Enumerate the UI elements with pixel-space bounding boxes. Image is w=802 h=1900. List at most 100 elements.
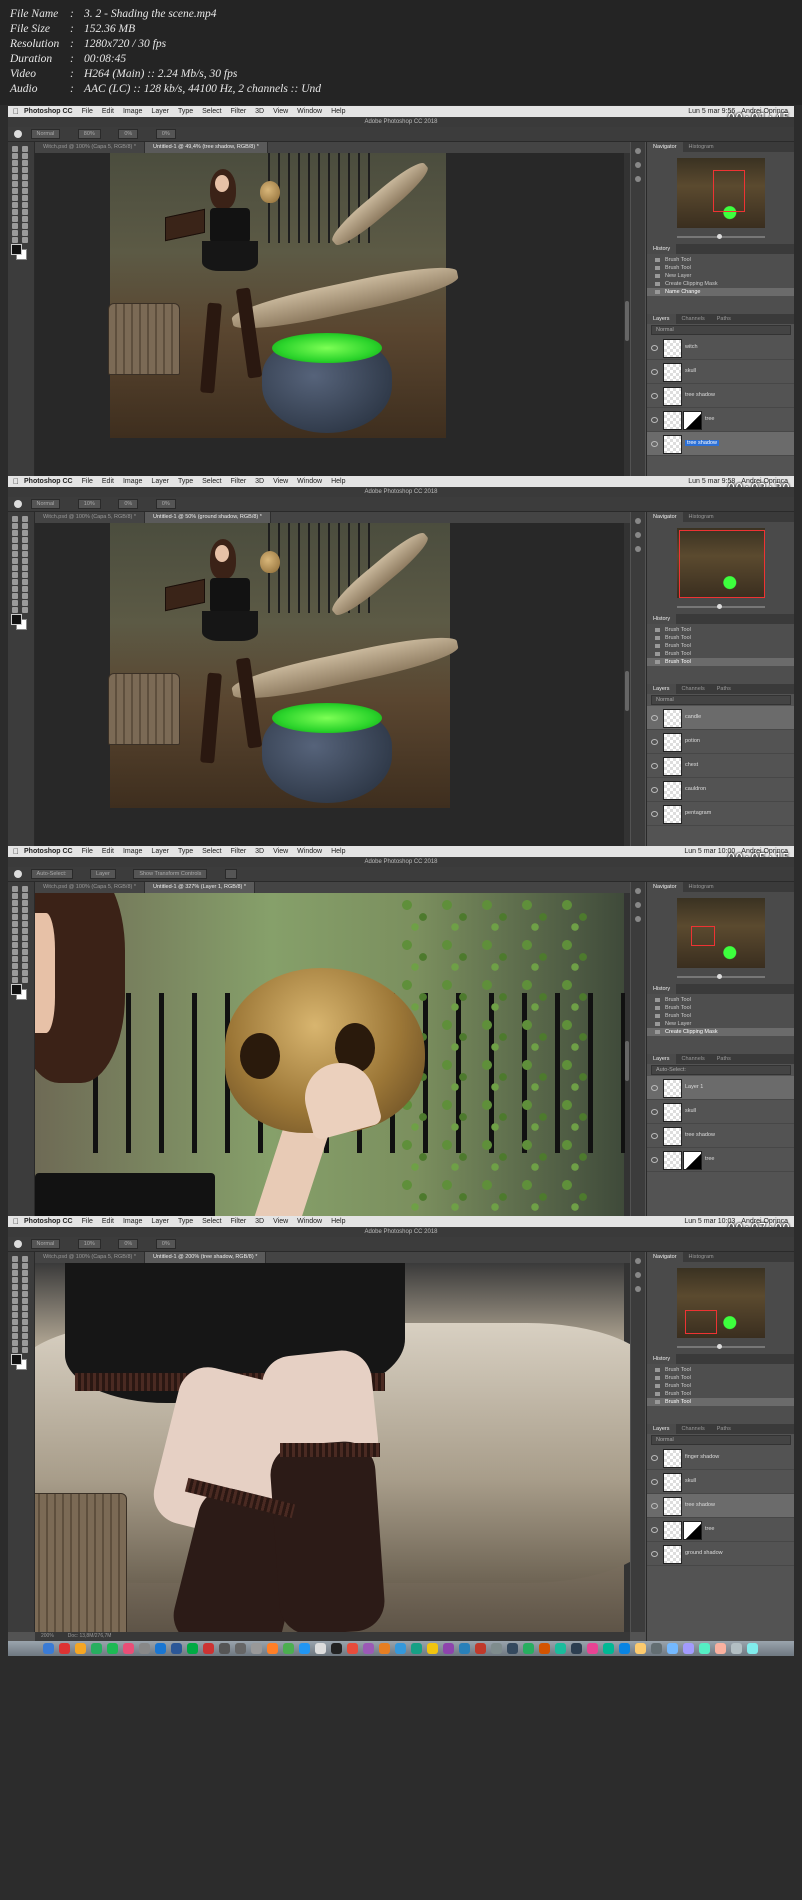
apple-icon[interactable]: : [13, 106, 19, 117]
tool-icon[interactable]: [22, 551, 28, 557]
history-state[interactable]: Brush Tool: [647, 650, 794, 658]
menu-select[interactable]: Select: [202, 478, 221, 485]
layer-row[interactable]: skull: [647, 1100, 794, 1124]
tool-icon[interactable]: [22, 230, 28, 236]
tool-icon[interactable]: [12, 956, 18, 962]
dock-app-icon[interactable]: [363, 1643, 374, 1654]
tool-icon[interactable]: [12, 530, 18, 536]
tool-icon[interactable]: [22, 900, 28, 906]
properties-icon[interactable]: [635, 1272, 641, 1278]
tool-icon[interactable]: [12, 886, 18, 892]
dock-app-icon[interactable]: [315, 1643, 326, 1654]
dock-app-icon[interactable]: [683, 1643, 694, 1654]
tool-icon[interactable]: [12, 209, 18, 215]
tab-untitled[interactable]: Untitled-1 @ 327% (Layer 1, RGB/8) *: [145, 882, 256, 893]
apple-icon[interactable]: : [13, 476, 19, 487]
tab-histogram[interactable]: Histogram: [683, 512, 720, 522]
canvas-scrollbar[interactable]: [624, 153, 630, 522]
eye-icon[interactable]: [651, 1527, 658, 1533]
tab-witch[interactable]: Witch.psd @ 100% (Capa 5, RGB/8) *: [35, 882, 146, 893]
layer-name[interactable]: cauldron: [685, 786, 706, 792]
dock-app-icon[interactable]: [283, 1643, 294, 1654]
apple-icon[interactable]: : [13, 846, 19, 857]
tool-icon[interactable]: [22, 593, 28, 599]
layer-name[interactable]: ground shadow: [685, 1550, 723, 1556]
brush-preset-icon[interactable]: [14, 1240, 22, 1248]
history-state[interactable]: Brush Tool: [647, 256, 794, 264]
layer-row[interactable]: witch: [647, 336, 794, 360]
tool-icon[interactable]: [12, 1340, 18, 1346]
tool-icon[interactable]: [22, 146, 28, 152]
tab-histogram[interactable]: Histogram: [683, 1252, 720, 1262]
flow-field[interactable]: 0%: [118, 128, 139, 139]
tool-icon[interactable]: [12, 1291, 18, 1297]
eye-icon[interactable]: [651, 1109, 658, 1115]
tab-layers[interactable]: Layers: [647, 314, 676, 324]
dock-app-icon[interactable]: [347, 1643, 358, 1654]
history-state[interactable]: Brush Tool: [647, 264, 794, 272]
tool-icon[interactable]: [12, 1277, 18, 1283]
menu-image[interactable]: Image: [123, 108, 142, 115]
tool-icon[interactable]: [12, 153, 18, 159]
tool-icon[interactable]: [12, 544, 18, 550]
layer-thumbnail[interactable]: [663, 757, 682, 776]
tool-icon[interactable]: [22, 216, 28, 222]
tool-icon[interactable]: [22, 223, 28, 229]
layer-thumbnail[interactable]: [663, 781, 682, 800]
brush-preset-icon[interactable]: [14, 130, 22, 138]
flow-field[interactable]: Show Transform Controls: [133, 868, 208, 879]
history-state[interactable]: Name Change: [647, 288, 794, 296]
tool-icon[interactable]: [22, 963, 28, 969]
tool-icon[interactable]: [22, 921, 28, 927]
tool-icon[interactable]: [12, 1270, 18, 1276]
tool-icon[interactable]: [12, 1305, 18, 1311]
tool-icon[interactable]: [22, 1340, 28, 1346]
tool-icon[interactable]: [22, 160, 28, 166]
menu-filter[interactable]: Filter: [231, 848, 247, 855]
layer-name[interactable]: candle: [685, 714, 701, 720]
dock-app-icon[interactable]: [91, 1643, 102, 1654]
menu-3d[interactable]: 3D: [255, 108, 264, 115]
history-state[interactable]: Brush Tool: [647, 1398, 794, 1406]
menu-filter[interactable]: Filter: [231, 1218, 247, 1225]
layer-row[interactable]: tree shadow: [647, 1124, 794, 1148]
tool-icon[interactable]: [22, 970, 28, 976]
history-title[interactable]: History: [647, 984, 677, 994]
tool-icon[interactable]: [12, 174, 18, 180]
view-rectangle[interactable]: [679, 530, 765, 598]
tab-paths[interactable]: Paths: [711, 684, 737, 694]
tool-icon[interactable]: [12, 195, 18, 201]
view-rectangle[interactable]: [713, 170, 745, 212]
layer-name[interactable]: tree shadow: [685, 1502, 715, 1508]
layer-thumbnail[interactable]: [663, 805, 682, 824]
tab-witch[interactable]: Witch.psd @ 100% (Capa 5, RGB/8) *: [35, 1252, 146, 1263]
menu-select[interactable]: Select: [202, 848, 221, 855]
menu-edit[interactable]: Edit: [102, 108, 114, 115]
tool-icon[interactable]: [12, 935, 18, 941]
layer-row[interactable]: pentagram: [647, 802, 794, 826]
foreground-color-swatch[interactable]: [11, 1354, 22, 1365]
dock-app-icon[interactable]: [443, 1643, 454, 1654]
dock-app-icon[interactable]: [571, 1643, 582, 1654]
color-icon[interactable]: [635, 546, 641, 552]
menu-view[interactable]: View: [273, 1218, 288, 1225]
layer-thumbnail[interactable]: [663, 387, 682, 406]
tool-icon[interactable]: [12, 1319, 18, 1325]
menu-window[interactable]: Window: [297, 478, 322, 485]
tool-icon[interactable]: [12, 181, 18, 187]
tool-icon[interactable]: [22, 1263, 28, 1269]
tool-icon[interactable]: [12, 1326, 18, 1332]
eye-icon[interactable]: [651, 1085, 658, 1091]
dock-app-icon[interactable]: [715, 1643, 726, 1654]
history-state[interactable]: Brush Tool: [647, 1366, 794, 1374]
layer-row[interactable]: skull: [647, 360, 794, 384]
tab-channels[interactable]: Channels: [676, 1054, 711, 1064]
tool-icon[interactable]: [22, 188, 28, 194]
tool-icon[interactable]: [12, 586, 18, 592]
layer-name[interactable]: tree: [705, 416, 714, 422]
tool-icon[interactable]: [22, 544, 28, 550]
eye-icon[interactable]: [651, 1479, 658, 1485]
tool-icon[interactable]: [22, 181, 28, 187]
menu-select[interactable]: Select: [202, 1218, 221, 1225]
menu-edit[interactable]: Edit: [102, 478, 114, 485]
